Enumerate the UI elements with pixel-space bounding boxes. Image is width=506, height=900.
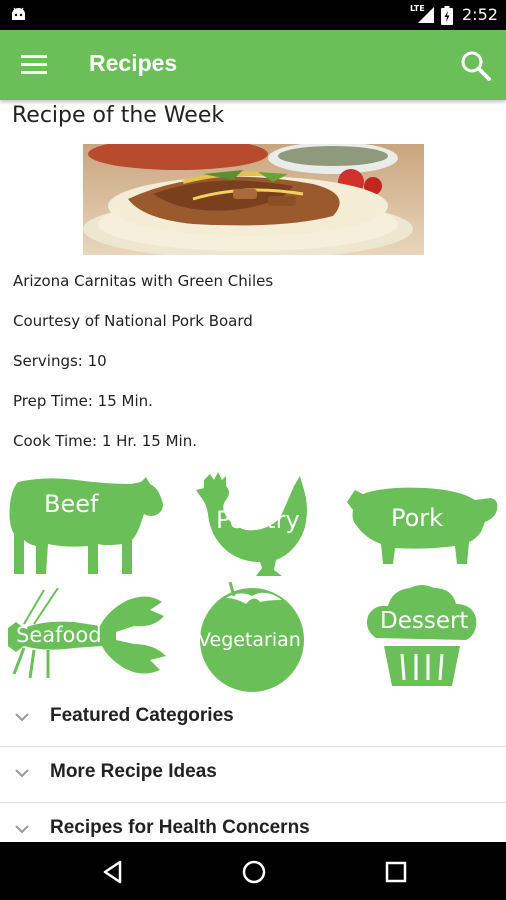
category-label: Dessert (380, 608, 469, 634)
category-label: Poultry (216, 506, 300, 534)
category-vegetarian[interactable]: Vegetarian (194, 580, 310, 692)
battery-icon (441, 6, 453, 25)
back-icon[interactable] (100, 859, 126, 885)
android-icon (12, 7, 25, 20)
category-label: Seafood (16, 623, 102, 647)
accordion-featured-categories[interactable]: Featured Categories (0, 691, 506, 747)
page-title: Recipes (89, 50, 178, 76)
chevron-down-icon (15, 825, 29, 834)
chevron-down-icon (15, 713, 29, 722)
category-label: Vegetarian (198, 629, 301, 651)
category-seafood[interactable]: Seafood (4, 588, 172, 680)
category-label: Beef (44, 490, 99, 518)
recipe-cook-time: Cook Time: 1 Hr. 15 Min. (13, 432, 197, 450)
recents-icon[interactable] (383, 859, 409, 885)
system-nav-bar (0, 842, 506, 900)
category-beef[interactable]: Beef (6, 474, 166, 576)
recipe-servings: Servings: 10 (13, 352, 107, 370)
category-label: Pork (391, 504, 444, 532)
recipe-name: Arizona Carnitas with Green Chiles (13, 272, 274, 290)
chevron-down-icon (15, 769, 29, 778)
recipe-courtesy: Courtesy of National Pork Board (13, 312, 253, 330)
accordion-label: Recipes for Health Concerns (50, 817, 310, 838)
recipe-image[interactable] (83, 144, 424, 255)
signal-icon (418, 7, 434, 23)
search-icon[interactable] (460, 50, 492, 82)
cupcake-icon (367, 585, 477, 686)
recipe-prep-time: Prep Time: 15 Min. (13, 392, 153, 410)
menu-icon[interactable] (21, 53, 47, 75)
home-icon[interactable] (241, 859, 267, 885)
category-poultry[interactable]: Poultry (196, 470, 312, 582)
status-time: 2:52 (462, 5, 498, 24)
accordion-label: Featured Categories (50, 705, 234, 726)
status-bar: LTE 2:52 (0, 0, 506, 30)
accordion-label: More Recipe Ideas (50, 761, 217, 782)
app-bar: Recipes (0, 30, 506, 100)
accordion-more-recipe-ideas[interactable]: More Recipe Ideas (0, 747, 506, 803)
category-pork[interactable]: Pork (345, 484, 501, 568)
category-dessert[interactable]: Dessert (364, 582, 480, 688)
recipe-of-week-heading: Recipe of the Week (12, 103, 225, 128)
